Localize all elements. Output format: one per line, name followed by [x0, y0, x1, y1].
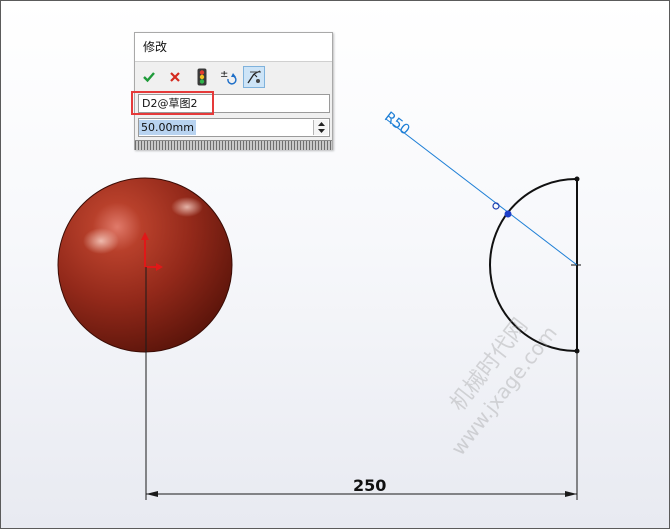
check-icon [143, 72, 155, 83]
chevron-up-icon [317, 121, 325, 126]
distance-label[interactable]: 250 [353, 476, 386, 495]
cancel-button[interactable] [164, 66, 186, 88]
plus-minus-reverse-icon: ± [220, 69, 237, 85]
modify-dialog[interactable]: 修改 ± D2@草图2 50.00mm [131, 32, 333, 150]
dialog-title: 修改 [135, 33, 332, 62]
svg-text:±: ± [220, 69, 228, 80]
rebuild-button[interactable] [191, 66, 213, 88]
radius-dimension[interactable] [385, 118, 578, 266]
sketch-canvas[interactable] [1, 1, 670, 529]
close-icon [170, 72, 180, 82]
dimension-name-field[interactable]: D2@草图2 [131, 91, 330, 115]
dimension-value-text: 50.00mm [139, 120, 196, 135]
spin-down-button[interactable] [314, 127, 328, 134]
chevron-down-icon [317, 128, 325, 133]
dimension-mark-icon [247, 70, 261, 84]
graphics-area[interactable]: R50 250 机械时代网 www.jxage.com 修改 ± D2@草图2 … [0, 0, 670, 529]
value-spinner[interactable] [313, 120, 328, 135]
thumbwheel[interactable] [135, 140, 332, 150]
confirm-button[interactable] [138, 66, 160, 88]
dimension-value-input[interactable]: 50.00mm [138, 118, 330, 137]
highlight-box [131, 91, 214, 115]
traffic-light-icon [197, 68, 207, 86]
dialog-toolbar: ± [135, 63, 332, 91]
spin-up-button[interactable] [314, 120, 328, 127]
mark-dimension-button[interactable] [243, 66, 265, 88]
reverse-sense-button[interactable]: ± [218, 66, 240, 88]
